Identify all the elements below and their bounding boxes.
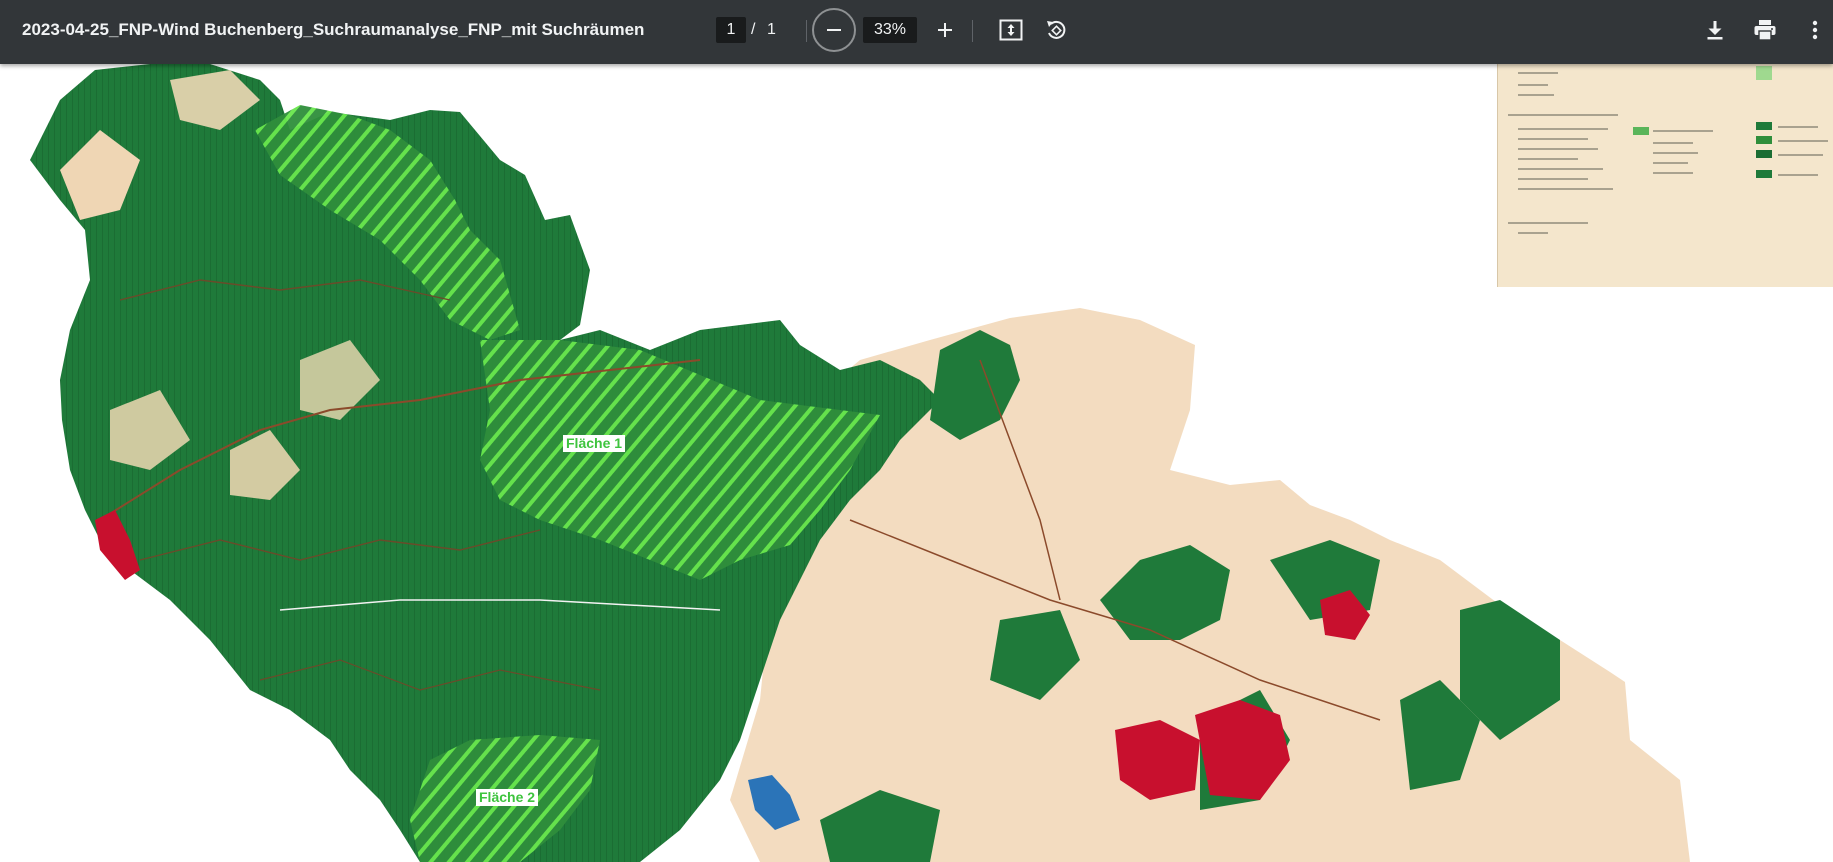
- fit-page-button[interactable]: [993, 12, 1029, 48]
- legend-line: [1653, 142, 1693, 144]
- fit-page-icon: [999, 19, 1023, 41]
- legend-line: [1518, 168, 1603, 170]
- search-area-2-label: Fläche 2: [476, 789, 539, 806]
- toolbar-divider: [972, 20, 973, 42]
- document-title: 2023-04-25_FNP-Wind Buchenberg_Suchrauma…: [22, 20, 645, 39]
- download-icon: [1707, 21, 1723, 40]
- download-button[interactable]: [1697, 12, 1733, 48]
- legend-line: [1778, 174, 1818, 176]
- print-icon: [1754, 20, 1776, 41]
- toolbar-divider: [806, 20, 807, 42]
- page-separator: /: [751, 21, 756, 38]
- zoom-level-input[interactable]: 33%: [863, 17, 917, 43]
- zoom-in-button[interactable]: [927, 12, 963, 48]
- map-legend: [1497, 64, 1833, 287]
- legend-line: [1518, 84, 1548, 86]
- legend-line: [1778, 126, 1818, 128]
- legend-line: [1653, 152, 1698, 154]
- legend-swatch: [1756, 66, 1772, 80]
- pdf-toolbar: 2023-04-25_FNP-Wind Buchenberg_Suchrauma…: [0, 0, 1833, 64]
- rotate-icon: [1047, 20, 1066, 39]
- legend-line: [1778, 140, 1828, 142]
- legend-line: [1653, 162, 1688, 164]
- rotate-button[interactable]: [1038, 12, 1074, 48]
- print-button[interactable]: [1747, 12, 1783, 48]
- legend-heading-line: [1508, 222, 1588, 224]
- legend-line: [1518, 232, 1548, 234]
- legend-swatch: [1756, 150, 1772, 158]
- more-actions-button[interactable]: [1797, 12, 1833, 48]
- legend-line: [1518, 94, 1554, 96]
- legend-line: [1653, 130, 1713, 132]
- legend-line: [1518, 138, 1588, 140]
- legend-line: [1778, 154, 1823, 156]
- legend-line: [1653, 172, 1693, 174]
- legend-line: [1518, 178, 1588, 180]
- search-area-1-label: Fläche 1: [563, 435, 626, 452]
- legend-heading-line: [1508, 114, 1618, 116]
- page-number-input[interactable]: 1: [716, 17, 746, 43]
- legend-line: [1518, 148, 1598, 150]
- legend-line: [1518, 188, 1613, 190]
- plus-icon: [938, 23, 952, 37]
- legend-line: [1518, 128, 1608, 130]
- zoom-out-button[interactable]: [812, 8, 856, 52]
- legend-line: [1518, 158, 1578, 160]
- legend-swatch: [1756, 170, 1772, 178]
- minus-icon: [827, 29, 841, 31]
- legend-swatch: [1633, 127, 1649, 135]
- legend-swatch: [1756, 136, 1772, 144]
- legend-swatch: [1756, 122, 1772, 130]
- page-total: 1: [767, 21, 776, 38]
- more-vert-icon: [1812, 20, 1818, 40]
- legend-line: [1518, 72, 1558, 74]
